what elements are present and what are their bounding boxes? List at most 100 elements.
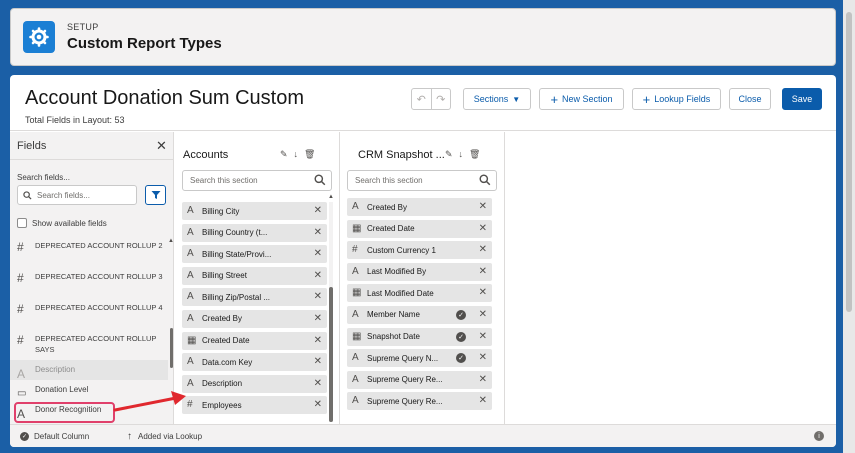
- text-icon: A: [352, 395, 359, 407]
- section-field[interactable]: ▦ Created Date ✕: [182, 331, 327, 350]
- remove-icon[interactable]: ✕: [314, 205, 322, 216]
- remove-icon[interactable]: ✕: [314, 248, 322, 259]
- text-icon: A: [352, 308, 359, 320]
- remove-icon[interactable]: ✕: [479, 374, 487, 385]
- filter-button[interactable]: [145, 185, 166, 205]
- field-label: Data.com Key: [202, 357, 253, 367]
- field-item-added[interactable]: A Description: [10, 360, 168, 381]
- crm-snapshot-section: CRM Snapshot ... ✎ ↓ 🗑 Search this secti…: [340, 132, 504, 424]
- section-tools: ✎ ↓ 🗑: [445, 149, 480, 160]
- field-label: Billing Country (t...: [202, 228, 268, 238]
- close-icon[interactable]: ✕: [156, 138, 167, 154]
- remove-icon[interactable]: ✕: [314, 227, 322, 238]
- fields-scrollbar[interactable]: [170, 328, 173, 368]
- remove-icon[interactable]: ✕: [314, 270, 322, 281]
- remove-icon[interactable]: ✕: [314, 335, 322, 346]
- new-section-button[interactable]: + New Section: [539, 88, 624, 110]
- text-icon: A: [352, 352, 359, 364]
- arrow-up-icon: ↑: [127, 431, 132, 442]
- section-field[interactable]: A Description ✕: [182, 374, 327, 393]
- lookup-fields-button[interactable]: + Lookup Fields: [632, 88, 721, 110]
- redo-icon[interactable]: ↷: [432, 89, 451, 109]
- remove-icon[interactable]: ✕: [479, 395, 487, 406]
- accounts-section: Accounts ✎ ↓ 🗑 Search this section A Bill…: [175, 132, 339, 424]
- editor-header: Account Donation Sum Custom Total Fields…: [10, 75, 836, 131]
- default-column-icon: ✓: [456, 331, 466, 342]
- remove-icon[interactable]: ✕: [479, 244, 487, 255]
- pencil-icon[interactable]: ✎: [445, 149, 453, 160]
- section-field[interactable]: A Member Name ✓ ✕: [347, 305, 492, 324]
- section-field[interactable]: A Billing City ✕: [182, 202, 327, 220]
- close-label: Close: [738, 94, 762, 104]
- section-field[interactable]: A Data.com Key ✕: [182, 353, 327, 372]
- number-icon: #: [17, 302, 24, 316]
- calendar-icon: ▦: [352, 287, 362, 299]
- section-field[interactable]: A Billing Street ✕: [182, 266, 327, 285]
- section-field[interactable]: A Supreme Query N... ✓ ✕: [347, 349, 492, 368]
- field-label: Last Modified By: [367, 267, 427, 277]
- remove-icon[interactable]: ✕: [314, 291, 322, 302]
- field-label: Donation Level: [35, 385, 89, 394]
- scroll-up-icon[interactable]: ▲: [168, 238, 174, 244]
- close-button[interactable]: Close: [729, 88, 771, 110]
- window-scrollbar-thumb[interactable]: [846, 12, 852, 312]
- remove-icon[interactable]: ✕: [314, 313, 322, 324]
- sections-button[interactable]: Sections ▼: [463, 88, 531, 110]
- section-field[interactable]: A Created By ✕: [347, 198, 492, 216]
- search-fields-placeholder: Search fields...: [37, 190, 90, 200]
- section-field[interactable]: A Supreme Query Re... ✕: [347, 392, 492, 411]
- field-item[interactable]: # DEPRECATED ACCOUNT ROLLUP 3: [10, 271, 168, 302]
- section-field[interactable]: ▦ Created Date ✕: [347, 219, 492, 238]
- trash-icon[interactable]: 🗑: [469, 149, 480, 160]
- arrow-down-icon[interactable]: ↓: [294, 149, 299, 160]
- search-icon: [314, 174, 326, 186]
- show-available-fields-checkbox[interactable]: Show available fields: [17, 218, 107, 228]
- info-icon[interactable]: i: [814, 431, 824, 441]
- section-scrollbar[interactable]: [329, 287, 333, 422]
- remove-icon[interactable]: ✕: [479, 331, 487, 342]
- field-label: Supreme Query Re...: [367, 375, 443, 385]
- show-available-label: Show available fields: [32, 218, 107, 228]
- remove-icon[interactable]: ✕: [479, 352, 487, 363]
- section-field[interactable]: # Custom Currency 1 ✕: [347, 241, 492, 260]
- section-field[interactable]: A Last Modified By ✕: [347, 262, 492, 281]
- window-scrollbar[interactable]: [843, 0, 855, 453]
- remove-icon[interactable]: ✕: [479, 266, 487, 277]
- section-field[interactable]: # Employees ✕: [182, 396, 327, 415]
- search-placeholder: Search this section: [355, 176, 423, 185]
- remove-icon[interactable]: ✕: [479, 309, 487, 320]
- arrow-down-icon[interactable]: ↓: [459, 149, 464, 160]
- field-item[interactable]: # DEPRECATED ACCOUNT ROLLUP Says: [10, 333, 168, 360]
- field-label: Employees: [202, 400, 242, 410]
- section-field[interactable]: A Billing Zip/Postal ... ✕: [182, 288, 327, 307]
- section-field[interactable]: ▦ Last Modified Date ✕: [347, 284, 492, 303]
- field-item[interactable]: # DEPRECATED ACCOUNT ROLLUP 2: [10, 240, 168, 271]
- scroll-up-icon[interactable]: ▲: [328, 194, 334, 200]
- section-field[interactable]: A Created By ✕: [182, 309, 327, 328]
- search-fields-input[interactable]: Search fields...: [17, 185, 137, 205]
- save-label: Save: [791, 94, 813, 104]
- field-item[interactable]: # DEPRECATED ACCOUNT ROLLUP 4: [10, 302, 168, 333]
- remove-icon[interactable]: ✕: [314, 378, 322, 389]
- annotation-arrow-icon: [113, 391, 186, 412]
- pencil-icon[interactable]: ✎: [280, 149, 288, 160]
- section-field[interactable]: A Supreme Query Re... ✕: [347, 370, 492, 389]
- save-button[interactable]: Save: [782, 88, 822, 110]
- number-icon: #: [17, 240, 24, 254]
- total-fields-count: Total Fields in Layout: 53: [25, 115, 125, 125]
- section-field[interactable]: ▦ Snapshot Date ✓ ✕: [347, 327, 492, 346]
- crm-section-search[interactable]: Search this section: [347, 170, 497, 191]
- undo-redo-group: ↶ ↷: [411, 88, 451, 110]
- remove-icon[interactable]: ✕: [314, 356, 322, 367]
- accounts-section-search[interactable]: Search this section: [182, 170, 332, 191]
- section-field[interactable]: A Billing State/Provi... ✕: [182, 245, 327, 264]
- trash-icon[interactable]: 🗑: [304, 149, 315, 160]
- field-label: Custom Currency 1: [367, 245, 436, 255]
- undo-icon[interactable]: ↶: [412, 89, 432, 109]
- remove-icon[interactable]: ✕: [479, 223, 487, 234]
- section-field[interactable]: A Billing Country (t... ✕: [182, 223, 327, 242]
- remove-icon[interactable]: ✕: [314, 399, 322, 410]
- remove-icon[interactable]: ✕: [479, 287, 487, 298]
- field-label: Member Name: [367, 310, 420, 320]
- remove-icon[interactable]: ✕: [479, 201, 487, 212]
